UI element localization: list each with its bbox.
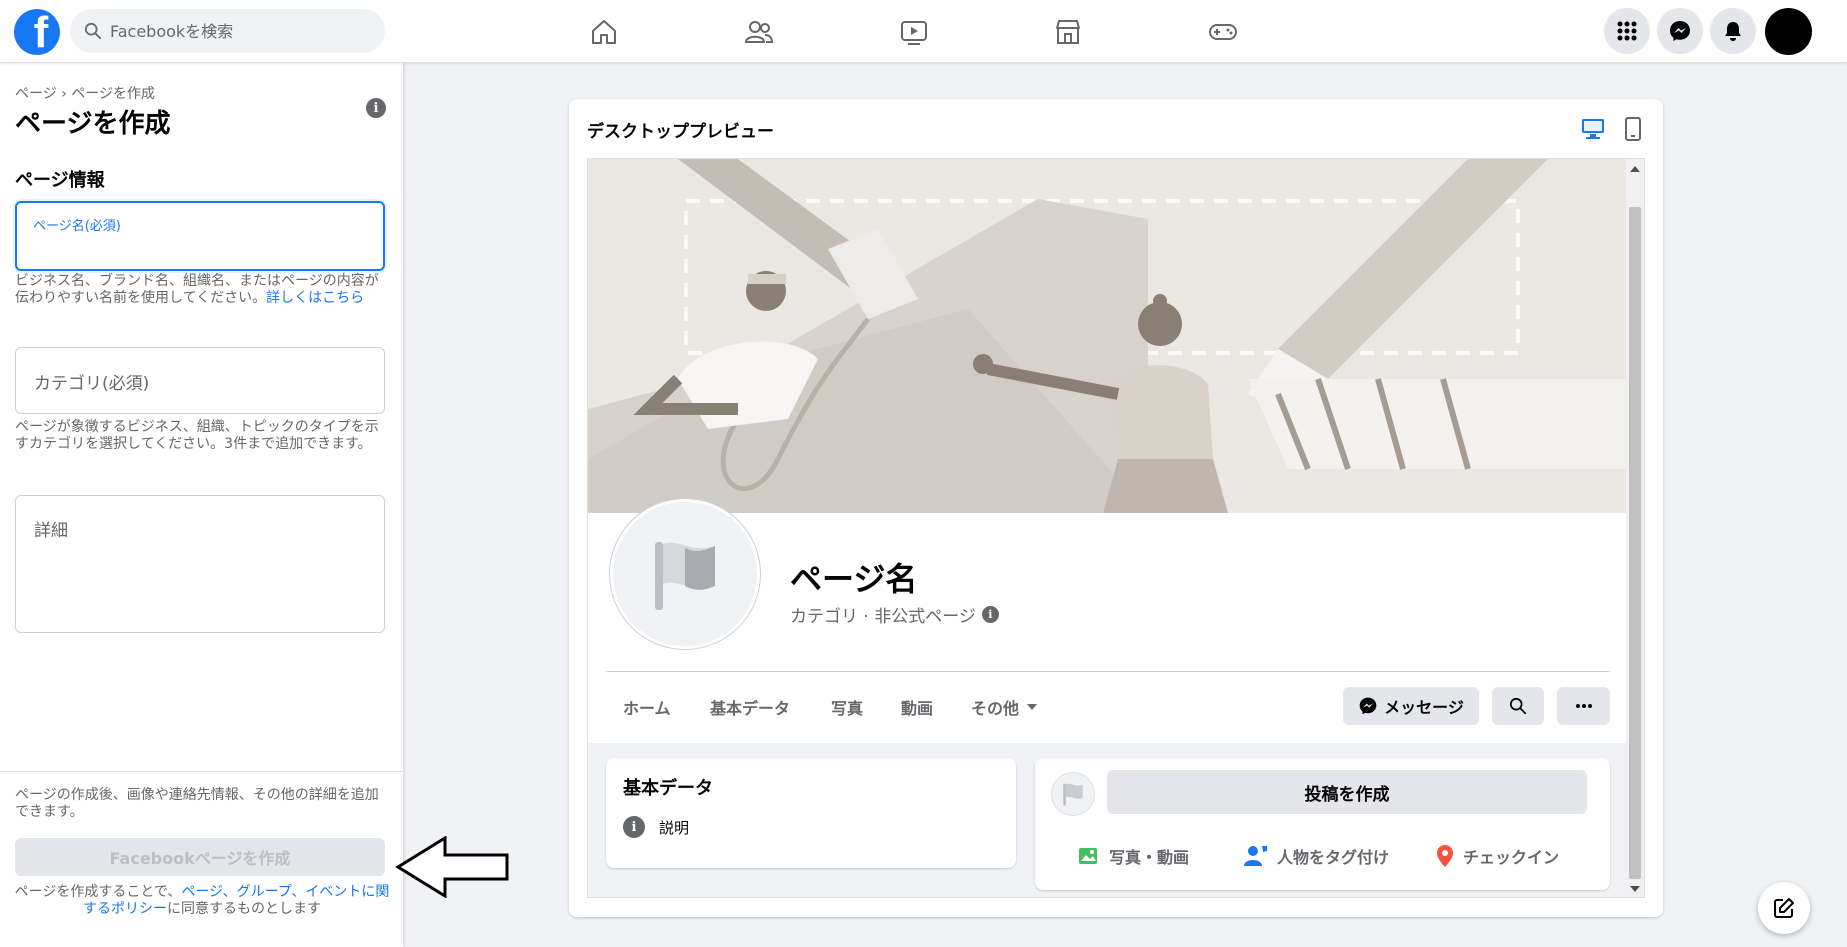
watch-icon[interactable] xyxy=(896,14,932,50)
desktop-preview-card: デスクトッププレビュー ページ名 カテゴリ · 非公式ページ i ホーム 基本デ… xyxy=(569,99,1663,917)
mobile-view-icon[interactable] xyxy=(1619,115,1647,143)
top-navigation-bar: f xyxy=(0,0,1847,63)
search-input[interactable] xyxy=(110,21,370,41)
policy-note: ページを作成することで、ページ、グループ、イベントに関するポリシーに同意するもの… xyxy=(8,884,396,918)
message-button-label: メッセージ xyxy=(1384,698,1464,717)
preview-scrollbar[interactable] xyxy=(1626,159,1644,897)
info-icon[interactable]: i xyxy=(366,98,386,118)
chevron-down-icon xyxy=(1027,704,1038,710)
info-icon: i xyxy=(623,816,645,838)
preview-page-name: ページ名 xyxy=(790,560,918,598)
preview-page-subtitle-text: カテゴリ · 非公式ページ xyxy=(790,607,976,627)
compose-icon xyxy=(1774,898,1794,918)
marketplace-icon[interactable] xyxy=(1050,14,1086,50)
messenger-icon[interactable] xyxy=(1657,8,1703,54)
photo-video-label: 写真・動画 xyxy=(1109,848,1190,867)
about-card-title: 基本データ xyxy=(623,778,713,799)
page-name-label: ページ名(必須) xyxy=(33,219,121,234)
tab-videos[interactable]: 動画 xyxy=(901,695,933,719)
category-help: ページが象徴するビジネス、組織、トピックのタイプを示すカテゴリを選択してください… xyxy=(15,419,379,452)
search-box[interactable] xyxy=(70,9,385,53)
search-icon xyxy=(1509,697,1527,715)
messenger-icon xyxy=(1359,697,1377,715)
facebook-logo[interactable]: f xyxy=(14,9,60,55)
category-field[interactable]: カテゴリ(必須) xyxy=(15,347,385,414)
create-post-card: 投稿を作成 写真・動画 人物をタグ付け チェックイン xyxy=(1035,758,1610,890)
annotation-arrow-icon xyxy=(395,836,509,898)
check-in-action[interactable]: チェックイン xyxy=(1435,844,1559,868)
info-icon[interactable]: i xyxy=(981,606,999,623)
cover-illustration-icon xyxy=(588,159,1628,513)
section-title-page-info: ページ情報 xyxy=(15,170,105,191)
tag-people-icon xyxy=(1244,846,1267,866)
home-icon[interactable] xyxy=(586,14,622,50)
friends-icon[interactable] xyxy=(741,14,777,50)
tab-more-label: その他 xyxy=(971,699,1020,718)
check-in-label: チェックイン xyxy=(1463,848,1560,867)
tab-about[interactable]: 基本データ xyxy=(710,695,790,719)
page-name-field[interactable]: ページ名(必須) xyxy=(15,201,385,271)
tabs-divider xyxy=(606,671,1610,672)
page-title: ページを作成 xyxy=(15,109,171,139)
page-name-help: ビジネス名、ブランド名、組織名、またはページの内容が伝わりやすい名前を使用してく… xyxy=(15,273,387,307)
category-placeholder: カテゴリ(必須) xyxy=(34,374,150,394)
about-card: 基本データ i 説明 xyxy=(606,758,1016,868)
gaming-icon[interactable] xyxy=(1205,14,1241,50)
more-options-button[interactable] xyxy=(1557,687,1610,725)
about-description-label: 説明 xyxy=(659,818,690,837)
breadcrumb[interactable]: ページ › ページを作成 xyxy=(15,83,155,103)
create-post-button[interactable]: 投稿を作成 xyxy=(1107,770,1587,814)
tab-home[interactable]: ホーム xyxy=(623,695,671,719)
search-icon xyxy=(84,22,102,40)
policy-suffix: に同意するものとします xyxy=(167,901,321,917)
message-button[interactable]: メッセージ xyxy=(1343,687,1479,725)
tab-more[interactable]: その他 xyxy=(971,695,1038,719)
post-avatar xyxy=(1051,772,1095,816)
details-placeholder: 詳細 xyxy=(34,521,68,541)
post-create-note: ページの作成後、画像や連絡先情報、その他の詳細を追加できます。 xyxy=(15,787,379,820)
create-page-footer: ページの作成後、画像や連絡先情報、その他の詳細を追加できます。 Facebook… xyxy=(0,771,403,947)
about-description-item: i 説明 xyxy=(623,816,689,838)
scroll-up-icon[interactable] xyxy=(1630,166,1640,172)
account-avatar[interactable] xyxy=(1765,8,1812,55)
create-page-panel: ページ › ページを作成 ページを作成 i ページ情報 ページ名(必須) ビジネ… xyxy=(0,63,403,947)
cover-photo xyxy=(588,159,1628,513)
flag-icon xyxy=(1063,783,1083,806)
preview-title: デスクトッププレビュー xyxy=(587,122,774,142)
create-page-button[interactable]: Facebookページを作成 xyxy=(15,838,385,876)
profile-picture[interactable] xyxy=(610,499,760,649)
tag-people-action[interactable]: 人物をタグ付け xyxy=(1243,844,1389,868)
new-message-button[interactable] xyxy=(1758,882,1810,934)
facebook-logo-letter: f xyxy=(33,9,49,55)
location-pin-icon xyxy=(1437,845,1453,867)
ellipsis-icon xyxy=(1575,704,1592,708)
desktop-view-icon[interactable] xyxy=(1579,115,1607,143)
learn-more-link[interactable]: 詳しくはこちら xyxy=(266,290,364,306)
notifications-icon[interactable] xyxy=(1710,8,1756,54)
menu-grid-icon[interactable] xyxy=(1604,8,1650,54)
photo-icon xyxy=(1079,848,1097,864)
photo-video-action[interactable]: 写真・動画 xyxy=(1077,844,1189,868)
scrollbar-thumb[interactable] xyxy=(1629,207,1641,879)
preview-page-subtitle: カテゴリ · 非公式ページ i xyxy=(790,602,999,627)
tab-photos[interactable]: 写真 xyxy=(831,695,863,719)
policy-prefix: ページを作成することで、 xyxy=(14,884,182,900)
page-search-button[interactable] xyxy=(1492,687,1544,725)
preview-frame: ページ名 カテゴリ · 非公式ページ i ホーム 基本データ 写真 動画 その他 … xyxy=(587,158,1645,898)
details-field[interactable]: 詳細 xyxy=(15,495,385,633)
scroll-down-icon[interactable] xyxy=(1630,886,1640,892)
tag-people-label: 人物をタグ付け xyxy=(1277,848,1390,867)
flag-icon xyxy=(655,542,715,610)
